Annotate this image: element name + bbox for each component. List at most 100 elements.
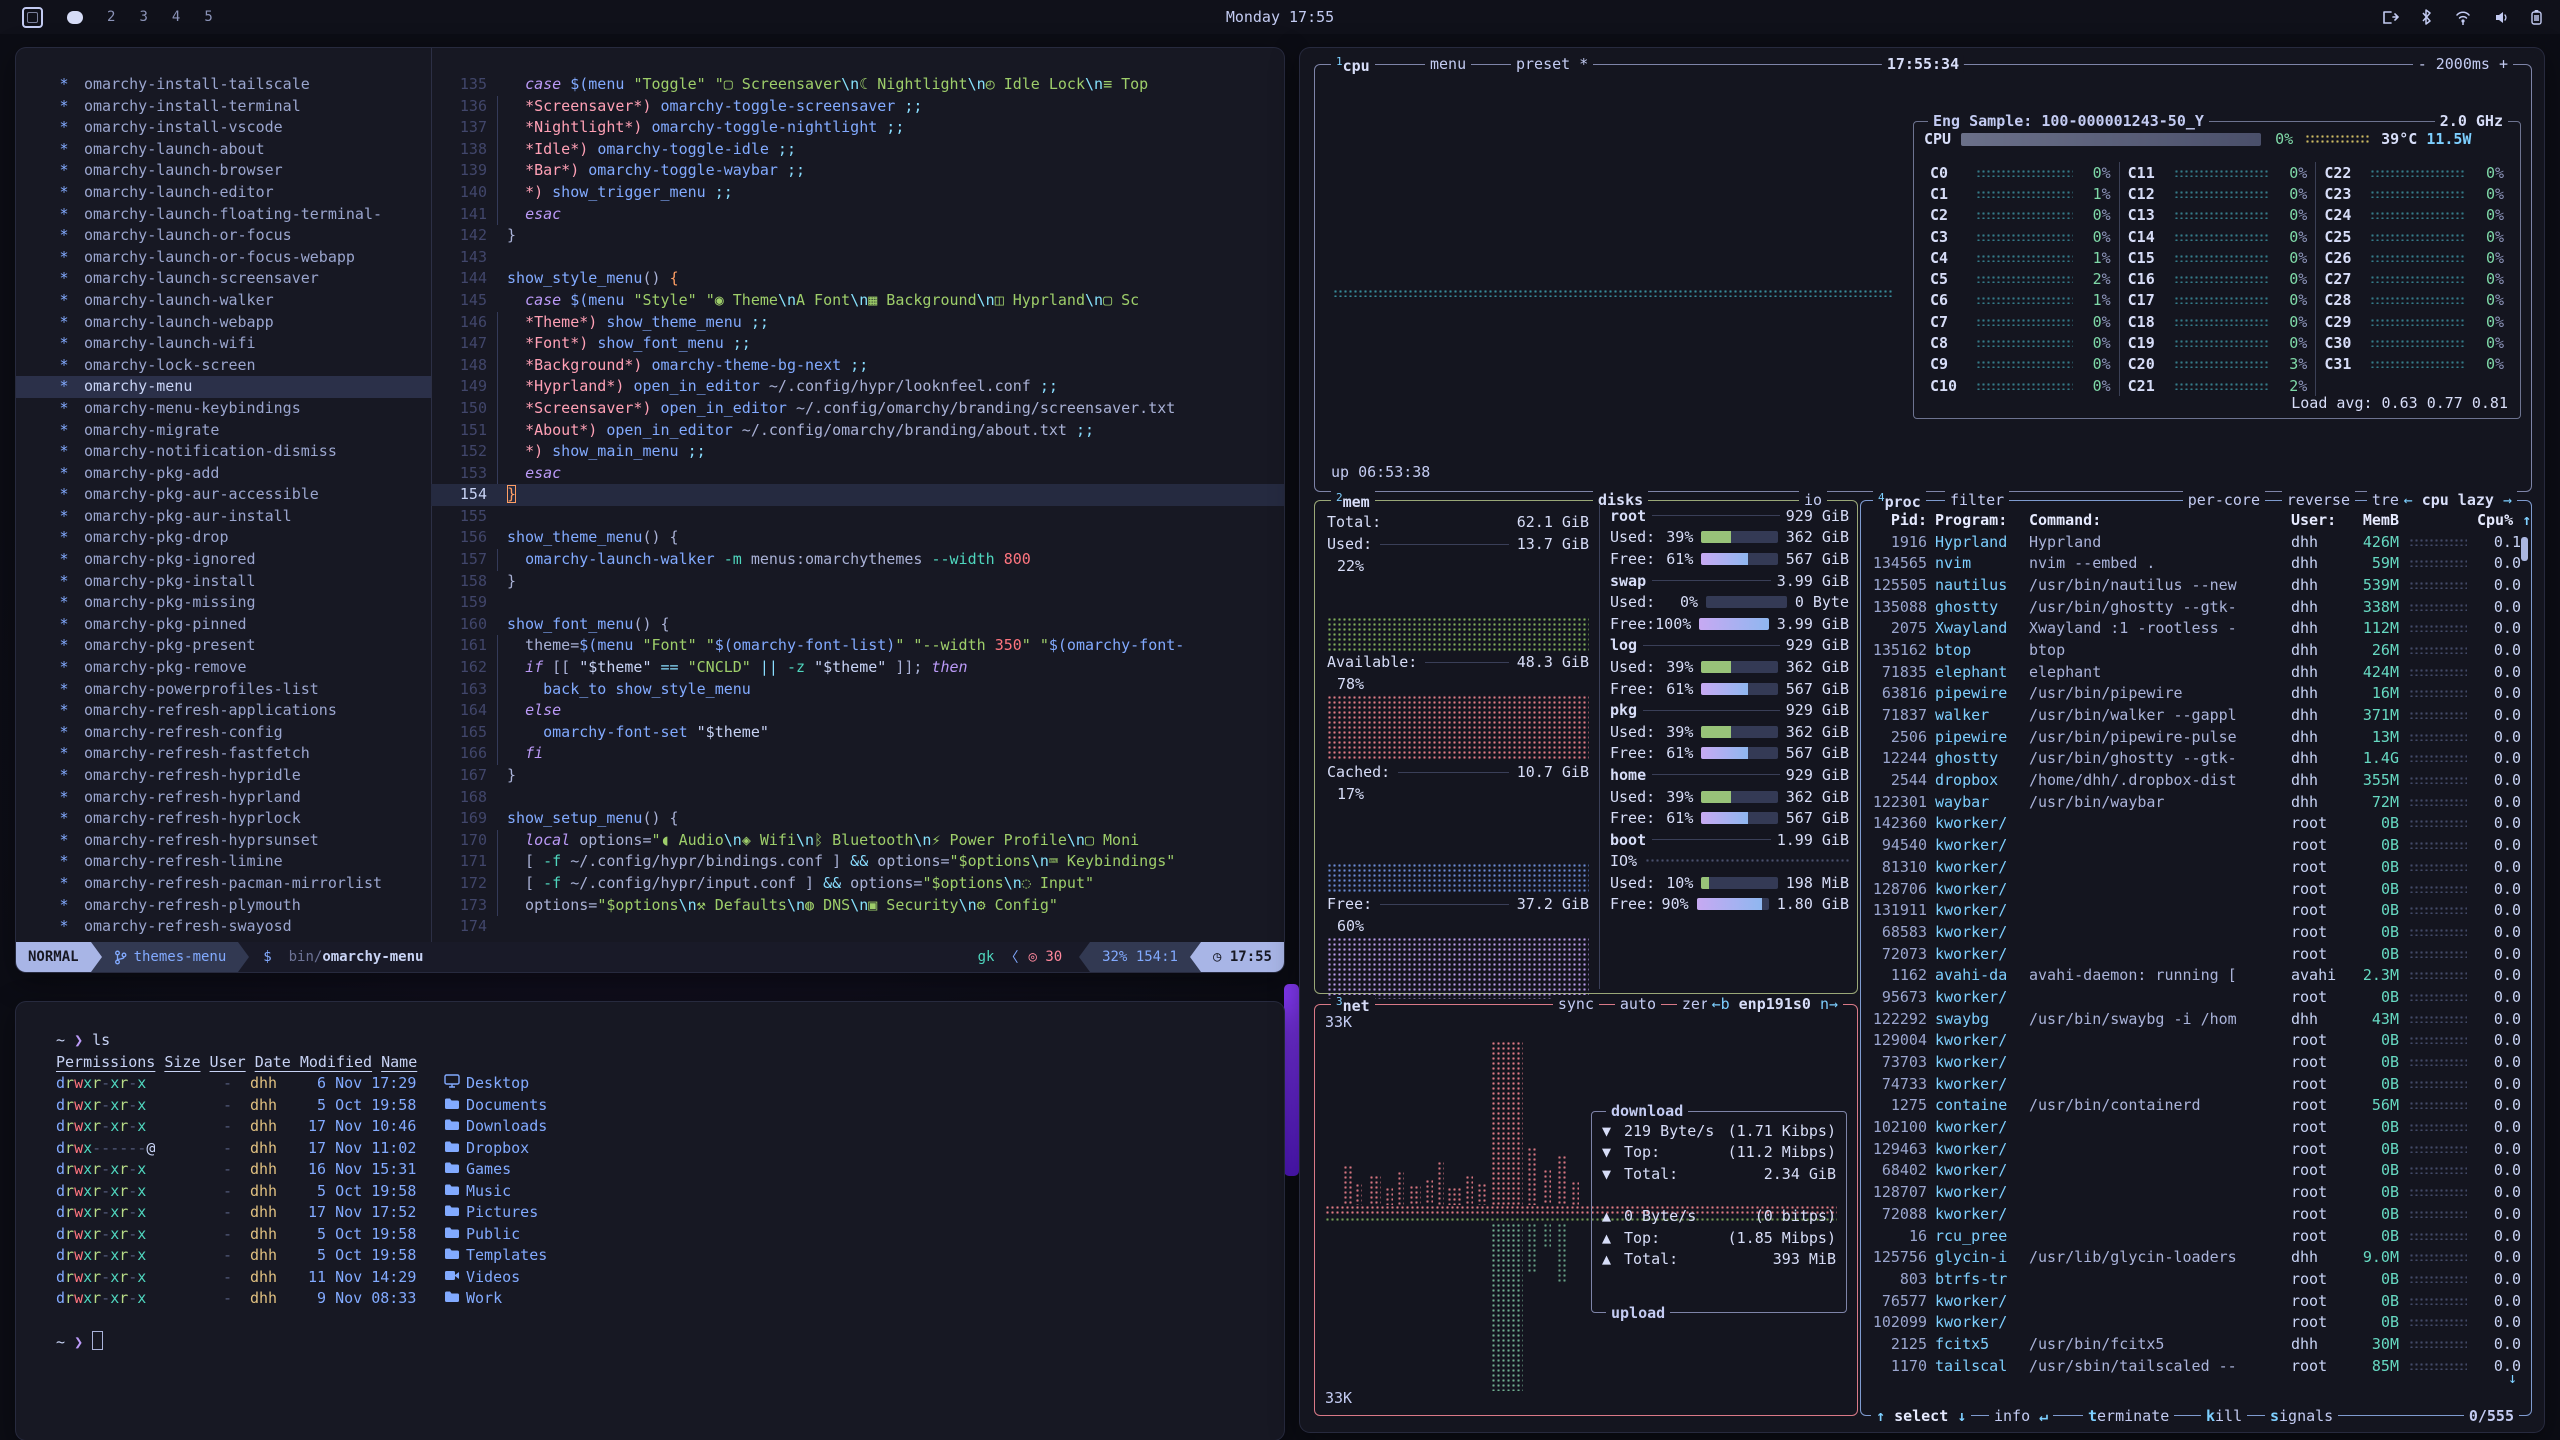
file-item[interactable]: *omarchy-pkg-drop <box>16 527 431 549</box>
file-item[interactable]: *omarchy-pkg-present <box>16 635 431 657</box>
process-row[interactable]: 2544dropbox/home/dhh/.dropbox-distdhh355… <box>1861 769 2531 791</box>
process-row[interactable]: 68402kworker/root0B0.0 <box>1861 1160 2531 1182</box>
volume-icon[interactable] <box>2494 10 2509 25</box>
code-line[interactable]: 159 <box>431 592 1284 614</box>
file-item[interactable]: *omarchy-menu <box>16 376 431 398</box>
process-row[interactable]: 2125fcitx5/usr/bin/fcitx5dhh30M0.0 <box>1861 1333 2531 1355</box>
process-row[interactable]: 94540kworker/root0B0.0 <box>1861 834 2531 856</box>
process-row[interactable]: 1170tailscal/usr/sbin/tailscaled --root8… <box>1861 1355 2531 1377</box>
file-item[interactable]: *omarchy-refresh-fastfetch <box>16 743 431 765</box>
file-item[interactable]: *omarchy-launch-floating-terminal- <box>16 204 431 226</box>
editor-window[interactable]: *omarchy-install-tailscale*omarchy-insta… <box>16 48 1284 972</box>
file-item[interactable]: *omarchy-launch-editor <box>16 182 431 204</box>
battery-icon[interactable] <box>2531 9 2542 25</box>
process-scrollbar-thumb[interactable] <box>2521 537 2528 561</box>
file-item[interactable]: *omarchy-install-tailscale <box>16 74 431 96</box>
file-item[interactable]: *omarchy-refresh-hyprlock <box>16 808 431 830</box>
file-item[interactable]: *omarchy-install-terminal <box>16 96 431 118</box>
code-line[interactable]: 155 <box>431 506 1284 528</box>
preset-button[interactable]: preset * <box>1511 55 1593 73</box>
code-line[interactable]: 168 <box>431 787 1284 809</box>
bluetooth-icon[interactable] <box>2421 9 2432 25</box>
file-item[interactable]: *omarchy-refresh-plymouth <box>16 895 431 917</box>
file-item[interactable]: *omarchy-migrate <box>16 420 431 442</box>
code-line[interactable]: 165 omarchy-font-set "$theme" <box>431 722 1284 744</box>
file-item[interactable]: *omarchy-pkg-install <box>16 571 431 593</box>
process-row[interactable]: 129463kworker/root0B0.0 <box>1861 1138 2531 1160</box>
process-row[interactable]: 2506pipewire/usr/bin/pipewire-pulsedhh13… <box>1861 726 2531 748</box>
process-row[interactable]: 95673kworker/root0B0.0 <box>1861 986 2531 1008</box>
code-line[interactable]: 135 case $(menu "Toggle" "▢ Screensaver\… <box>431 74 1284 96</box>
code-line[interactable]: 151 *About*) open_in_editor ~/.config/om… <box>431 420 1284 442</box>
code-line[interactable]: 157 omarchy-launch-walker -m menus:omarc… <box>431 549 1284 571</box>
process-row[interactable]: 125756glycin-i/usr/lib/glycin-loadersdhh… <box>1861 1246 2531 1268</box>
code-line[interactable]: 160show_font_menu() { <box>431 614 1284 636</box>
interval-control[interactable]: - 2000ms + <box>2413 55 2513 73</box>
code-line[interactable]: 149 *Hyprland*) open_in_editor ~/.config… <box>431 376 1284 398</box>
process-row[interactable]: 125505nautilus/usr/bin/nautilus --newdhh… <box>1861 574 2531 596</box>
code-line[interactable]: 166 fi <box>431 743 1284 765</box>
omarchy-logo-icon[interactable] <box>22 7 43 28</box>
process-row[interactable]: 73703kworker/root0B0.0 <box>1861 1051 2531 1073</box>
shell-prompt-empty[interactable]: ~ ❯ <box>56 1331 1284 1353</box>
process-row[interactable]: 102099kworker/root0B0.0 <box>1861 1311 2531 1333</box>
process-row[interactable]: 135088ghostty/usr/bin/ghostty --gtk-dhh3… <box>1861 596 2531 618</box>
process-row[interactable]: 68583kworker/root0B0.0 <box>1861 921 2531 943</box>
proc-sort-selector[interactable]: ← ← cpu lazy →cpu lazy → <box>2399 491 2517 509</box>
process-row[interactable]: 128706kworker/root0B0.0 <box>1861 878 2531 900</box>
file-item[interactable]: *omarchy-install-vscode <box>16 117 431 139</box>
code-line[interactable]: 143 <box>431 247 1284 269</box>
code-line[interactable]: 154} <box>431 484 1284 506</box>
code-line[interactable]: 145 case $(menu "Style" "◉ Theme\nA Font… <box>431 290 1284 312</box>
file-item[interactable]: *omarchy-pkg-ignored <box>16 549 431 571</box>
file-item[interactable]: *omarchy-refresh-applications <box>16 700 431 722</box>
code-line[interactable]: 147 *Font*) show_font_menu ;; <box>431 333 1284 355</box>
file-item[interactable]: *omarchy-pkg-add <box>16 463 431 485</box>
workspace-active[interactable] <box>67 11 83 24</box>
code-line[interactable]: 167} <box>431 765 1284 787</box>
code-line[interactable]: 174 <box>431 916 1284 938</box>
file-item[interactable]: *omarchy-launch-or-focus <box>16 225 431 247</box>
process-row[interactable]: 72088kworker/root0B0.0 <box>1861 1203 2531 1225</box>
code-line[interactable]: 150 *Screensaver*) open_in_editor ~/.con… <box>431 398 1284 420</box>
file-item[interactable]: *omarchy-pkg-aur-accessible <box>16 484 431 506</box>
proc-filter-button[interactable]: filter <box>1945 491 2009 509</box>
file-item[interactable]: *omarchy-notification-dismiss <box>16 441 431 463</box>
code-line[interactable]: 169show_setup_menu() { <box>431 808 1284 830</box>
code-line[interactable]: 137 *Nightlight*) omarchy-toggle-nightli… <box>431 117 1284 139</box>
process-row[interactable]: 71835elephantelephantdhh424M0.0 <box>1861 661 2531 683</box>
process-row[interactable]: 128707kworker/root0B0.0 <box>1861 1181 2531 1203</box>
process-row[interactable]: 142360kworker/root0B0.0 <box>1861 813 2531 835</box>
code-line[interactable]: 140 *) show_trigger_menu ;; <box>431 182 1284 204</box>
file-item[interactable]: *omarchy-refresh-hyprsunset <box>16 830 431 852</box>
net-sync-button[interactable]: sync <box>1553 995 1599 1013</box>
net-auto-button[interactable]: auto <box>1615 995 1661 1013</box>
process-row[interactable]: 1275containe/usr/bin/containerdroot56M0.… <box>1861 1095 2531 1117</box>
process-row[interactable]: 102100kworker/root0B0.0 <box>1861 1116 2531 1138</box>
file-item[interactable]: *omarchy-launch-about <box>16 139 431 161</box>
code-line[interactable]: 156show_theme_menu() { <box>431 527 1284 549</box>
screencast-icon[interactable] <box>2382 10 2399 25</box>
btop-window[interactable]: 1cpu menu preset * 17:55:34 - 2000ms + u… <box>1300 48 2544 1432</box>
code-line[interactable]: 152 *) show_main_menu ;; <box>431 441 1284 463</box>
file-item[interactable]: *omarchy-refresh-hyprland <box>16 787 431 809</box>
code-line[interactable]: 161 theme=$(menu "Font" "$(omarchy-font-… <box>431 635 1284 657</box>
file-item[interactable]: *omarchy-refresh-pacman-mirrorlist <box>16 873 431 895</box>
file-item[interactable]: *omarchy-powerprofiles-list <box>16 679 431 701</box>
net-interface-switcher[interactable]: ←b enp191s0 n→ <box>1707 995 1843 1013</box>
process-row[interactable]: 1916HyprlandHyprlanddhh426M0.1 <box>1861 531 2531 553</box>
code-line[interactable]: 146 *Theme*) show_theme_menu ;; <box>431 312 1284 334</box>
process-row[interactable]: 81310kworker/root0B0.0 <box>1861 856 2531 878</box>
process-row[interactable]: 2075XwaylandXwayland :1 -rootless -dhh11… <box>1861 617 2531 639</box>
process-row[interactable]: 131911kworker/root0B0.0 <box>1861 899 2531 921</box>
file-item[interactable]: *omarchy-refresh-config <box>16 722 431 744</box>
file-item[interactable]: *omarchy-launch-or-focus-webapp <box>16 247 431 269</box>
code-line[interactable]: 139 *Bar*) omarchy-toggle-waybar ;; <box>431 160 1284 182</box>
process-row[interactable]: 72073kworker/root0B0.0 <box>1861 943 2531 965</box>
file-item[interactable]: *omarchy-launch-browser <box>16 160 431 182</box>
process-row[interactable]: 71837walker/usr/bin/walker --gappldhh371… <box>1861 704 2531 726</box>
file-item[interactable]: *omarchy-launch-walker <box>16 290 431 312</box>
proc-kill-button[interactable]: kill <box>2201 1407 2247 1425</box>
proc-select-control[interactable]: ↑ select ↓ <box>1871 1407 1971 1425</box>
code-line[interactable]: 162 if [[ "$theme" == "CNCLD" || -z "$th… <box>431 657 1284 679</box>
